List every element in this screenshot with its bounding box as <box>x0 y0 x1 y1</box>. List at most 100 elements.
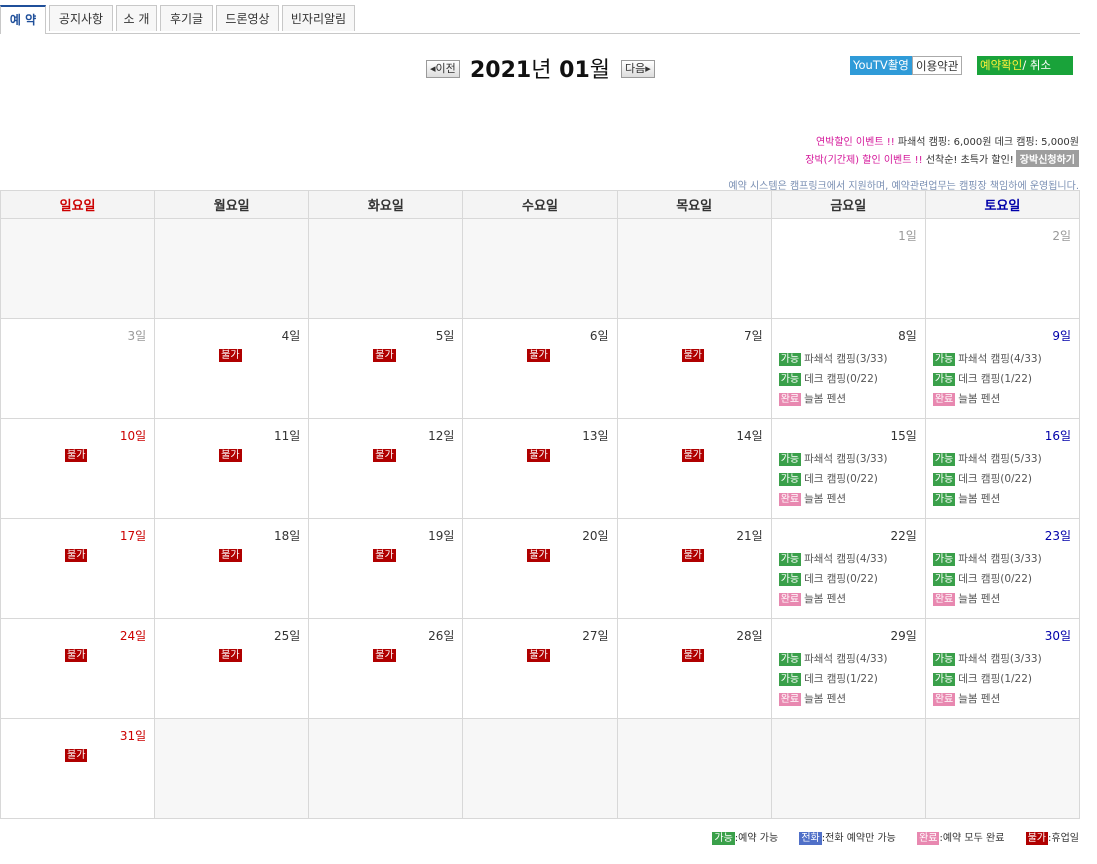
calendar-day-cell[interactable]: 8일가능 파쇄석 캠핑(3/33) 가능 데크 캠핑(0/22) 완료 늘봄 펜션 <box>770 318 926 419</box>
calendar-day-cell: 17일 불가 <box>0 518 156 619</box>
next-month-label: 다음 <box>625 62 646 75</box>
site-availability-item[interactable]: 가능 파쇄석 캠핑(4/33) <box>778 652 888 672</box>
closed-badge: 불가 <box>373 449 396 462</box>
availability-badge: 완료 <box>778 693 802 706</box>
site-availability-item[interactable]: 가능 파쇄석 캠핑(3/33) <box>932 652 1042 672</box>
closed-badge: 불가 <box>373 549 396 562</box>
site-availability-item[interactable]: 가능 데크 캠핑(0/22) <box>778 372 888 392</box>
weekday-header-row: 일요일 월요일 화요일 수요일 목요일 금요일 토요일 <box>0 190 1081 219</box>
calendar-day-cell[interactable]: 30일 가능 파쇄석 캠핑(3/33) 가능 데크 캠핑(1/22) 완료 늘봄 펜션 <box>924 618 1081 719</box>
site-name: 파쇄석 캠핑(3/33) <box>958 653 1042 665</box>
weekday-header: 토요일 <box>924 190 1081 219</box>
availability-badge: 완료 <box>778 393 802 406</box>
site-name: 데크 캠핑(1/22) <box>804 673 878 685</box>
calendar-empty-cell <box>154 218 310 319</box>
site-name: 파쇄석 캠핑(3/33) <box>958 553 1042 565</box>
closed-badge: 불가 <box>65 649 88 662</box>
site-availability-item[interactable]: 가능 데크 캠핑(0/22) <box>932 472 1042 492</box>
calendar-day-cell: 6일 불가 <box>462 318 618 419</box>
day-number: 24일 <box>119 629 147 643</box>
day-number: 16일 <box>1044 429 1071 443</box>
day-number: 1일 <box>898 229 917 243</box>
terms-button[interactable]: 이용약관 <box>912 56 963 75</box>
year-unit: 년 <box>531 58 552 83</box>
closed-badge: 불가 <box>65 449 88 462</box>
availability-badge: 가능 <box>778 373 802 386</box>
site-availability-item[interactable]: 가능 파쇄석 캠핑(4/33) <box>778 552 888 572</box>
site-availability-list: 가능 파쇄석 캠핑(3/33) 가능 데크 캠핑(0/22) 완료 늘봄 펜션 <box>778 452 888 512</box>
day-number: 22일 <box>890 529 917 543</box>
calendar-day-cell: 13일 불가 <box>462 418 618 519</box>
site-availability-item[interactable]: 가능 데크 캠핑(1/22) <box>932 672 1042 692</box>
site-name: 늘봄 펜션 <box>958 693 1001 705</box>
calendar-day-cell[interactable]: 9일가능 파쇄석 캠핑(4/33) 가능 데크 캠핑(1/22) 완료 늘봄 펜션 <box>924 318 1081 419</box>
calendar-day-cell: 31일 불가 <box>0 718 156 819</box>
day-number: 21일 <box>736 529 763 543</box>
confirm-label: 예약확인 <box>980 58 1023 72</box>
long-stay-event-text: 선착순! 초특가 할인! <box>925 155 1014 166</box>
day-number: 19일 <box>428 529 455 543</box>
calendar-week-row: 24일 불가 25일 불가 26일 불가 27일 불가 28일 불가 29일 가능 파쇄석 캠핑(4/3… <box>0 618 1081 719</box>
calendar-day-cell[interactable]: 16일 가능 파쇄석 캠핑(5/33) 가능 데크 캠핑(0/22) 가능 늘봄 펜션 <box>924 418 1081 519</box>
site-availability-item[interactable]: 가능 데크 캠핑(0/22) <box>778 472 888 492</box>
day-number: 9일 <box>1052 329 1071 343</box>
calendar-body: 1일 2일 3일 4일 불가 5일 불가 6일 불가 7일 불가 8일 가능 파쇄석 캠핑(3/33) 가능… <box>0 218 1081 819</box>
site-availability-item[interactable]: 가능 데크 캠핑(0/22) <box>778 572 888 592</box>
weekday-header: 목요일 <box>616 190 772 219</box>
weekday-header: 일요일 <box>0 190 156 219</box>
site-availability-item[interactable]: 가능 파쇄석 캠핑(3/33) <box>932 552 1042 572</box>
site-availability-list: 가능 파쇄석 캠핑(4/33) 가능 데크 캠핑(1/22) 완료 늘봄 펜션 <box>932 352 1042 412</box>
availability-badge: 가능 <box>932 653 956 666</box>
calendar-week-row: 3일 4일 불가 5일 불가 6일 불가 7일 불가 8일 가능 파쇄석 캠핑(3/33) 가능 데크 캠… <box>0 318 1081 419</box>
calendar-week-row: 1일 2일 <box>0 218 1081 319</box>
consecutive-event-link[interactable]: 연박할인 이벤트 !! <box>816 137 895 148</box>
long-stay-apply-button[interactable]: 장박신청하기 <box>1015 150 1079 167</box>
calendar-week-row: 17일 불가 18일 불가 19일 불가 20일 불가 21일 불가 22일 가능 파쇄석 캠핑(4/3… <box>0 518 1081 619</box>
site-availability-item[interactable]: 가능 데크 캠핑(1/22) <box>932 372 1042 392</box>
legend-text: :전화 예약만 가능 <box>821 833 896 844</box>
day-number: 26일 <box>428 629 455 643</box>
closed-badge: 불가 <box>527 549 550 562</box>
site-availability-item[interactable]: 가능 파쇄석 캠핑(5/33) <box>932 452 1042 472</box>
site-availability-item[interactable]: 가능 파쇄석 캠핑(4/33) <box>932 352 1042 372</box>
availability-badge: 가능 <box>778 353 802 366</box>
prev-month-button[interactable]: ◂이전 <box>426 60 460 78</box>
site-name: 데크 캠핑(0/22) <box>804 573 878 585</box>
closed-badge: 불가 <box>65 749 88 762</box>
calendar-empty-cell <box>0 218 156 319</box>
day-number: 13일 <box>582 429 609 443</box>
tab-reservation[interactable]: 예 약 <box>0 5 46 34</box>
day-number: 6일 <box>589 329 609 343</box>
next-month-button[interactable]: 다음▸ <box>621 60 655 78</box>
day-number: 8일 <box>898 329 917 343</box>
calendar-day-cell[interactable]: 29일 가능 파쇄석 캠핑(4/33) 가능 데크 캠핑(1/22) 완료 늘봄 펜션 <box>770 618 926 719</box>
weekday-header: 화요일 <box>308 190 464 219</box>
day-number: 28일 <box>736 629 763 643</box>
day-number: 15일 <box>890 429 917 443</box>
site-name: 파쇄석 캠핑(3/33) <box>804 453 888 465</box>
calendar-day-cell[interactable]: 23일 가능 파쇄석 캠핑(3/33) 가능 데크 캠핑(0/22) 완료 늘봄 펜션 <box>924 518 1081 619</box>
reservation-confirm-button[interactable]: 예약확인/ 취소 <box>977 56 1073 75</box>
site-availability-item[interactable]: 가능 데크 캠핑(0/22) <box>932 572 1042 592</box>
tab-notices[interactable]: 공지사항 <box>49 5 113 31</box>
site-name: 데크 캠핑(0/22) <box>804 373 878 385</box>
site-name: 늘봄 펜션 <box>804 393 847 405</box>
legend-badge: 완료 <box>917 832 940 845</box>
site-availability-item[interactable]: 가능 파쇄석 캠핑(3/33) <box>778 452 888 472</box>
youtv-button[interactable]: YouTV촬영 <box>850 56 912 75</box>
tab-intro[interactable]: 소 개 <box>116 5 157 31</box>
day-number: 14일 <box>736 429 763 443</box>
site-name: 데크 캠핑(1/22) <box>958 673 1032 685</box>
calendar-day-cell[interactable]: 15일 가능 파쇄석 캠핑(3/33) 가능 데크 캠핑(0/22) 완료 늘봄 펜션 <box>770 418 926 519</box>
long-stay-event-link[interactable]: 장박(기간제) 할인 이벤트 !! <box>805 155 922 166</box>
site-availability-item[interactable]: 가능 데크 캠핑(1/22) <box>778 672 888 692</box>
availability-badge: 가능 <box>778 653 802 666</box>
tab-drone-video[interactable]: 드론영상 <box>216 5 279 31</box>
day-number: 18일 <box>273 529 301 543</box>
tab-vacancy-alert[interactable]: 빈자리알림 <box>282 5 355 31</box>
site-availability-item[interactable]: 가능 늘봄 펜션 <box>932 492 1042 512</box>
site-availability-item[interactable]: 가능 파쇄석 캠핑(3/33) <box>778 352 888 372</box>
closed-badge: 불가 <box>681 349 704 362</box>
calendar-day-cell[interactable]: 22일 가능 파쇄석 캠핑(4/33) 가능 데크 캠핑(0/22) 완료 늘봄 펜션 <box>770 518 926 619</box>
tab-reviews[interactable]: 후기글 <box>160 5 213 31</box>
